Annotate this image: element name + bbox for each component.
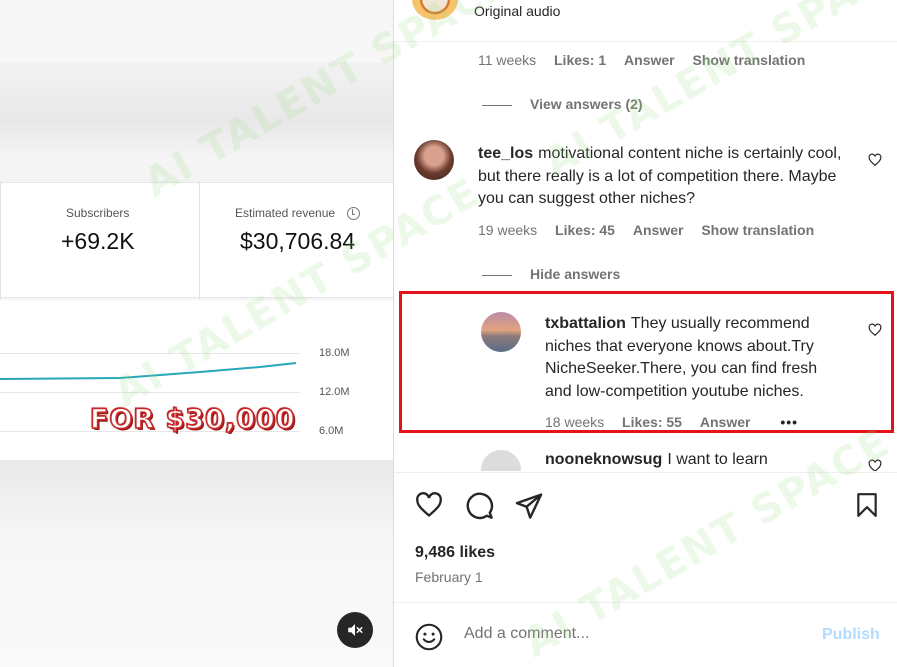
post-header: Original audio [394,0,897,42]
show-translation-button[interactable]: Show translation [701,222,814,238]
publish-button[interactable]: Publish [822,626,880,644]
subscribers-value: +69.2K [61,228,135,254]
action-bar: 9,486 likes February 1 [394,472,897,602]
post-date: February 1 [415,569,483,585]
thread-line [482,274,512,276]
comment-meta: 11 weeks Likes: 1 Answer Show translatio… [478,52,819,68]
post-panel: Original audio 11 weeks Likes: 1 Answer … [393,0,897,667]
stat-divider [199,183,200,299]
comment-username[interactable]: nooneknowsug [545,451,662,468]
audio-thumbnail[interactable] [412,0,458,20]
stat-divider [0,183,1,299]
post-media[interactable]: Subscribers +69.2K Estimated revenue $30… [0,0,393,667]
media-blurred-header [0,62,393,162]
comment-text: I want to learn [667,451,768,468]
comment-composer: Publish [394,602,897,667]
comment-username[interactable]: tee_los [478,145,533,162]
comment-age: 11 weeks [478,52,537,68]
comment-age: 19 weeks [478,222,538,238]
heart-icon[interactable] [414,491,444,519]
media-lower-area [0,460,393,667]
axis-tick: 12.0M [319,386,350,398]
audio-label[interactable]: Original audio [474,3,560,19]
comment-meta: 19 weeks Likes: 45 Answer Show translati… [478,222,828,238]
emoji-icon[interactable] [415,623,443,651]
comment-input[interactable] [464,625,804,643]
comment-body: nooneknowsug I want to learn [545,449,845,471]
speaker-muted-icon [348,624,363,636]
hide-answers-toggle[interactable]: Hide answers [482,266,620,282]
axis-tick: 18.0M [319,347,350,359]
revenue-value: $30,706.84 [240,228,356,254]
chart-line-svg [0,362,297,380]
highlight-box [399,291,894,433]
media-top-area [0,0,393,62]
hide-answers-label: Hide answers [530,266,621,282]
clock-icon [347,207,360,220]
revenue-label: Estimated revenue [235,206,336,220]
subscribers-label: Subscribers [66,206,130,220]
stats-row: Subscribers +69.2K Estimated revenue $30… [0,182,393,299]
comment-clip: nooneknowsug I want to learn [394,440,897,471]
likes-count[interactable]: 9,486 likes [415,544,495,562]
reply-button[interactable]: Answer [624,52,675,68]
reply-button[interactable]: Answer [633,222,684,238]
avatar[interactable] [481,450,521,471]
view-answers-toggle[interactable]: View answers (2) [482,96,643,112]
overlay-caption: FOR $30,000 [89,403,296,436]
comment-likes[interactable]: Likes: 45 [555,222,615,238]
mute-button[interactable] [337,612,373,648]
bookmark-icon[interactable] [854,491,880,519]
comment-likes[interactable]: Likes: 1 [554,52,606,68]
like-comment-heart-icon[interactable] [868,153,882,167]
share-icon[interactable] [514,491,544,520]
like-comment-heart-icon[interactable] [868,459,882,471]
avatar[interactable] [414,140,454,180]
thread-line [482,104,512,106]
view-answers-label: View answers (2) [530,96,643,112]
axis-tick: 6.0M [319,425,344,437]
comment-body: tee_los motivational content niche is cer… [478,143,848,211]
show-translation-button[interactable]: Show translation [693,52,806,68]
analytics-chart: 18.0M 12.0M 6.0M [0,300,393,460]
comment-icon[interactable] [465,491,494,520]
subscriber-trend-line [0,362,297,380]
